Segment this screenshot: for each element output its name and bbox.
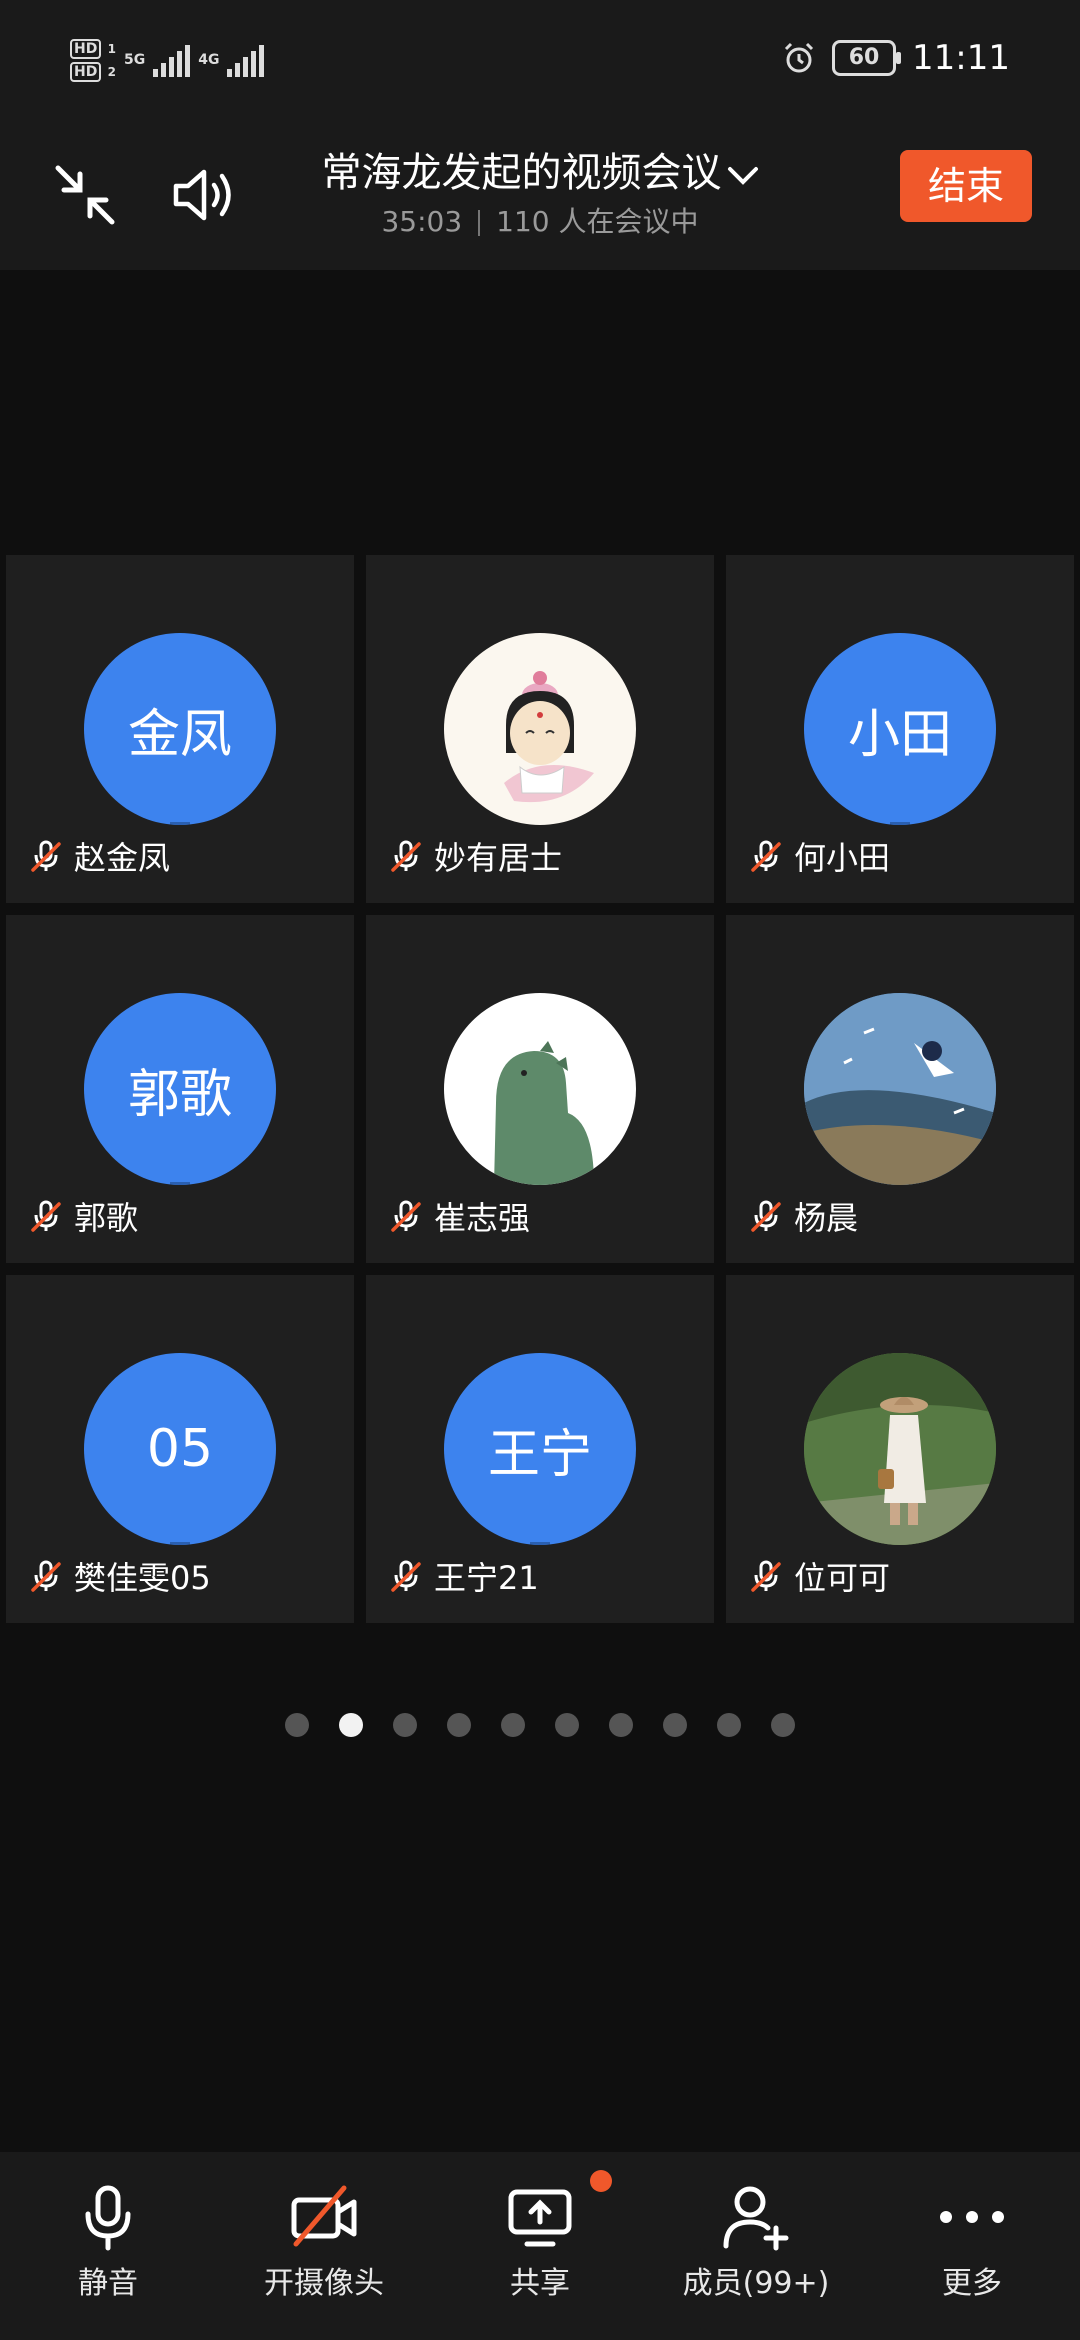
participant-name: 赵金凤 — [74, 839, 171, 877]
page-dot[interactable] — [555, 1713, 579, 1737]
participant-name: 崔志强 — [434, 1199, 531, 1237]
signal-indicators: HD 1 HD 2 5G 4G — [70, 30, 265, 90]
meeting-duration: 35:03 — [381, 205, 463, 238]
avatar — [444, 993, 636, 1185]
signal-bars-icon — [153, 43, 191, 77]
bottom-toolbar: 静音 开摄像头 共享 成员(99+) 更多 — [0, 2152, 1080, 2340]
signal-bars-icon — [227, 43, 265, 77]
page-dot[interactable] — [501, 1713, 525, 1737]
participant-tile[interactable]: 郭歌 郭歌 — [6, 915, 354, 1263]
photo-woman-in-hat-avatar-icon — [804, 1353, 996, 1545]
participant-name: 妙有居士 — [434, 839, 563, 877]
avatar: 王宁 — [444, 1353, 636, 1545]
mic-off-icon — [391, 1200, 421, 1232]
page-dot[interactable] — [285, 1713, 309, 1737]
page-dot[interactable] — [609, 1713, 633, 1737]
page-dot[interactable] — [447, 1713, 471, 1737]
participant-tile[interactable]: 崔志强 — [366, 915, 714, 1263]
mic-off-icon — [751, 840, 781, 872]
participant-tile[interactable]: 王宁 王宁21 — [366, 1275, 714, 1623]
mic-off-icon — [31, 840, 61, 872]
more-label: 更多 — [942, 2266, 1002, 2301]
participant-tile[interactable]: 杨晨 — [726, 915, 1074, 1263]
avatar: 郭歌 — [84, 993, 276, 1185]
notification-dot — [590, 2170, 612, 2192]
share-button[interactable]: 共享 — [490, 2182, 590, 2302]
participant-name: 位可可 — [794, 1559, 891, 1597]
mic-off-icon — [751, 1560, 781, 1592]
hd-badge-1: HD — [70, 39, 102, 59]
mic-off-icon — [31, 1200, 61, 1232]
mute-button[interactable]: 静音 — [58, 2182, 158, 2302]
avatar — [804, 993, 996, 1185]
participant-tile[interactable]: 妙有居士 — [366, 555, 714, 903]
screen-share-icon — [508, 2189, 572, 2247]
more-button[interactable]: 更多 — [922, 2182, 1022, 2302]
page-dot[interactable] — [771, 1713, 795, 1737]
page-dot[interactable] — [393, 1713, 417, 1737]
more-dots-icon — [940, 2211, 1004, 2223]
divider — [478, 210, 481, 236]
participant-count: 110 人在会议中 — [496, 205, 699, 238]
participant-name: 樊佳雯05 — [74, 1559, 211, 1597]
avatar: 金凤 — [84, 633, 276, 825]
green-dinosaur-avatar-icon — [494, 1041, 594, 1185]
network-5g: 5G — [123, 52, 146, 68]
participant-name: 王宁21 — [434, 1559, 539, 1597]
participant-name: 郭歌 — [74, 1199, 139, 1237]
meeting-title: 常海龙发起的视频会议 — [321, 150, 722, 196]
mic-off-icon — [391, 1560, 421, 1592]
battery-indicator: 60 — [832, 40, 902, 76]
meeting-header: 常海龙发起的视频会议 35:03 110 人在会议中 结束 — [0, 120, 1080, 270]
status-bar: HD 1 HD 2 5G 4G 60 11:11 — [0, 0, 1080, 120]
participant-tile[interactable]: 金凤 赵金凤 — [6, 555, 354, 903]
chevron-down-icon — [727, 167, 758, 185]
avatar: 05 — [84, 1353, 276, 1545]
participant-name: 何小田 — [794, 839, 891, 877]
members-button[interactable]: 成员(99+) — [676, 2182, 836, 2302]
mic-off-icon — [751, 1200, 781, 1232]
participant-name: 杨晨 — [794, 1199, 859, 1237]
mute-label: 静音 — [78, 2266, 138, 2301]
participant-grid: 金凤 赵金凤 妙有居士 小田 何小田 郭歌 郭歌 崔志强 杨晨 05 樊佳雯05… — [6, 555, 1074, 1623]
alarm-icon — [784, 42, 814, 73]
participant-tile[interactable]: 小田 何小田 — [726, 555, 1074, 903]
add-member-icon — [723, 2186, 789, 2251]
mic-off-icon — [391, 840, 421, 872]
network-4g: 4G — [198, 52, 220, 68]
page-dot[interactable] — [717, 1713, 741, 1737]
mic-off-icon — [31, 1560, 61, 1592]
avatar — [444, 633, 636, 825]
microphone-icon — [85, 2185, 131, 2251]
hd-badge-2: HD — [70, 62, 102, 82]
participant-tile[interactable]: 位可可 — [726, 1275, 1074, 1623]
camera-button[interactable]: 开摄像头 — [244, 2182, 404, 2302]
end-meeting-button[interactable]: 结束 — [900, 150, 1032, 222]
camera-label: 开摄像头 — [264, 2266, 384, 2301]
clock: 11:11 — [912, 38, 1010, 78]
city-scene-avatar-icon — [804, 993, 996, 1185]
participant-tile[interactable]: 05 樊佳雯05 — [6, 1275, 354, 1623]
page-indicator — [0, 1713, 1080, 1737]
page-dot-active[interactable] — [339, 1713, 363, 1737]
cartoon-figure-avatar-icon — [504, 671, 594, 803]
avatar — [804, 1353, 996, 1545]
share-label: 共享 — [510, 2266, 570, 2301]
members-label: 成员(99+) — [682, 2266, 830, 2301]
avatar: 小田 — [804, 633, 996, 825]
page-dot[interactable] — [663, 1713, 687, 1737]
camera-off-icon — [291, 2185, 357, 2247]
